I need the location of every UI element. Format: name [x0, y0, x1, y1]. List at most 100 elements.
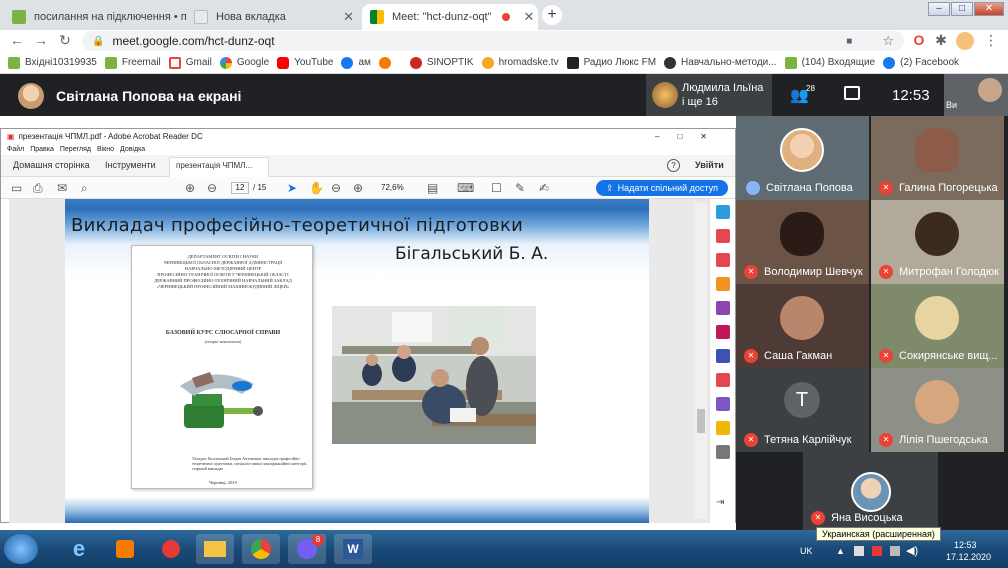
page-down-icon[interactable]: ⊖ [207, 181, 217, 195]
fit-page-icon[interactable]: ▤ [427, 181, 438, 195]
participant-tile[interactable]: ✕ Володимир Шевчук [736, 200, 869, 284]
viber-icon[interactable]: 8 [288, 534, 326, 564]
combine-files-icon[interactable] [716, 301, 730, 315]
menu-view[interactable]: Перегляд [60, 146, 91, 153]
menu-help[interactable]: Довідка [120, 146, 145, 153]
language-indicator[interactable]: UK [800, 546, 813, 556]
participant-tile[interactable]: ✕ Митрофан Голодюк [871, 200, 1004, 284]
help-icon[interactable]: ? [667, 159, 680, 172]
more-tools-icon[interactable] [716, 445, 730, 459]
bookmark-item[interactable]: (104) Входящие [784, 56, 875, 69]
participant-tile[interactable]: T ✕ Тетяна Карлійчук [736, 368, 869, 452]
participant-tile[interactable]: ✕ Яна Висоцька [803, 452, 938, 530]
zoom-level[interactable]: 72,6% [381, 183, 404, 192]
reload-icon[interactable]: ↻ [56, 32, 74, 49]
participant-tile[interactable]: Світлана Попова [736, 116, 869, 200]
comment-icon[interactable]: ☐ [491, 181, 502, 195]
explorer-icon[interactable] [196, 534, 234, 564]
organize-pages-icon[interactable] [716, 253, 730, 267]
hand-icon[interactable]: ✋ [309, 181, 324, 195]
tray-time[interactable]: 12:53 [954, 540, 977, 550]
start-button[interactable] [4, 534, 38, 564]
collapse-icon[interactable]: ⇥ [716, 497, 730, 511]
maximize-button[interactable]: □ [951, 2, 973, 16]
tab-meet[interactable]: Meet: "hct-dunz-oqt" ✕ [362, 4, 538, 30]
zoom-out-icon[interactable]: ⊖ [331, 181, 341, 195]
opera-extension-icon[interactable]: O [910, 32, 928, 48]
back-icon[interactable]: ← [8, 32, 26, 48]
participant-tile[interactable]: ✕ Лілія Пшегодська [871, 368, 1004, 452]
camera-icon[interactable]: ■ [846, 36, 852, 47]
volume-icon[interactable]: ◀) [906, 544, 918, 557]
tray-date[interactable]: 17.12.2020 [946, 552, 991, 562]
media-player-icon[interactable] [106, 534, 144, 564]
comment-tool-icon[interactable] [716, 277, 730, 291]
print-icon[interactable]: ⎙ [33, 181, 43, 196]
export-pdf-icon[interactable] [716, 205, 730, 219]
mail-icon[interactable]: ✉ [57, 181, 67, 195]
save-icon[interactable]: ▭ [11, 181, 22, 195]
ie-icon[interactable]: e [60, 534, 98, 564]
bookmark-item[interactable]: Вхідні10319935 [8, 56, 97, 69]
scrollbar-thumb[interactable] [697, 409, 705, 433]
extension-icon[interactable]: ✱ [932, 32, 950, 49]
address-bar[interactable]: 🔒 meet.google.com/hct-dunz-oqt ■ ☆ [82, 31, 904, 51]
tab-invite-link[interactable]: посилання на підключення • по ✕ [4, 4, 186, 30]
send-icon[interactable] [716, 421, 730, 435]
share-button[interactable]: ⇪ Надати спільний доступ [596, 180, 728, 196]
menu-dots-icon[interactable]: ⋮ [982, 32, 1000, 49]
participant-tile[interactable]: ✕ Саша Гакман [736, 284, 869, 368]
bookmark-item[interactable]: ам [341, 56, 371, 69]
menu-window[interactable]: Вікно [97, 146, 114, 153]
pen-icon[interactable]: ✎ [515, 181, 525, 195]
tab-home[interactable]: Домашня сторінка [13, 160, 90, 170]
forward-icon[interactable]: → [32, 32, 50, 48]
close-tab-icon[interactable]: ✕ [518, 9, 535, 25]
bookmark-item[interactable]: (2) Facebook [883, 56, 959, 69]
keyboard-icon[interactable]: ⌨ [457, 181, 474, 195]
chrome-icon[interactable] [242, 534, 280, 564]
cursor-icon[interactable]: ➤ [287, 181, 297, 195]
participant-tile[interactable]: ✕ Сокирянське вищ... [871, 284, 1004, 368]
bookmark-item[interactable]: Freemail [104, 56, 161, 69]
bookmark-item[interactable]: Радио Люкс FM [566, 56, 656, 69]
create-pdf-icon[interactable] [716, 229, 730, 243]
sign-in-button[interactable]: Увійти [695, 160, 724, 170]
sign-icon[interactable]: ✍ [539, 181, 549, 195]
close-tab-icon[interactable]: ✕ [337, 9, 354, 25]
window-controls[interactable]: –□✕ [655, 132, 725, 141]
network-icon[interactable] [890, 546, 900, 556]
menu-file[interactable]: Файл [7, 146, 24, 153]
minimize-button[interactable]: – [928, 2, 950, 16]
protect-icon[interactable] [716, 349, 730, 363]
participant-tile[interactable]: ✕ Галина Погорецька [871, 116, 1004, 200]
avatar[interactable] [956, 32, 974, 50]
tab-document[interactable]: презентація ЧПМЛ... [169, 157, 269, 177]
close-window-button[interactable]: ✕ [974, 2, 1004, 16]
tray-app-icon[interactable] [872, 546, 882, 556]
page-number-input[interactable]: 12 [231, 182, 249, 194]
bookmark-item[interactable]: Gmail [168, 56, 212, 69]
menu-edit[interactable]: Правка [30, 146, 54, 153]
bookmark-item[interactable]: Google [219, 56, 269, 69]
bookmark-item[interactable]: Навчально-методи... [664, 56, 777, 69]
document-area[interactable]: Викладач професійно-теоретичної підготов… [9, 199, 709, 523]
tray-arrow-icon[interactable]: ▲ [836, 546, 845, 556]
snipping-tool-icon[interactable] [152, 534, 190, 564]
bookmark-item[interactable] [378, 56, 402, 69]
search-icon[interactable]: ⌕ [81, 181, 88, 196]
tab-new-tab[interactable]: Нова вкладка ✕ [186, 4, 362, 30]
bookmark-item[interactable]: hromadske.tv [481, 56, 559, 69]
chat-icon[interactable] [844, 86, 860, 100]
page-up-icon[interactable]: ⊕ [185, 181, 195, 195]
compress-icon[interactable] [716, 373, 730, 387]
word-icon[interactable]: W [334, 534, 372, 564]
tray-app-icon[interactable] [854, 546, 864, 556]
edit-pdf-icon[interactable] [716, 325, 730, 339]
new-tab-button[interactable]: + [542, 5, 562, 25]
bookmark-item[interactable]: YouTube [277, 56, 333, 69]
zoom-in-icon[interactable]: ⊕ [353, 181, 363, 195]
star-icon[interactable]: ☆ [882, 33, 894, 49]
pinned-participant[interactable]: Людмила Ільїна і ще 16 [646, 74, 772, 116]
scrollbar[interactable] [695, 203, 707, 519]
